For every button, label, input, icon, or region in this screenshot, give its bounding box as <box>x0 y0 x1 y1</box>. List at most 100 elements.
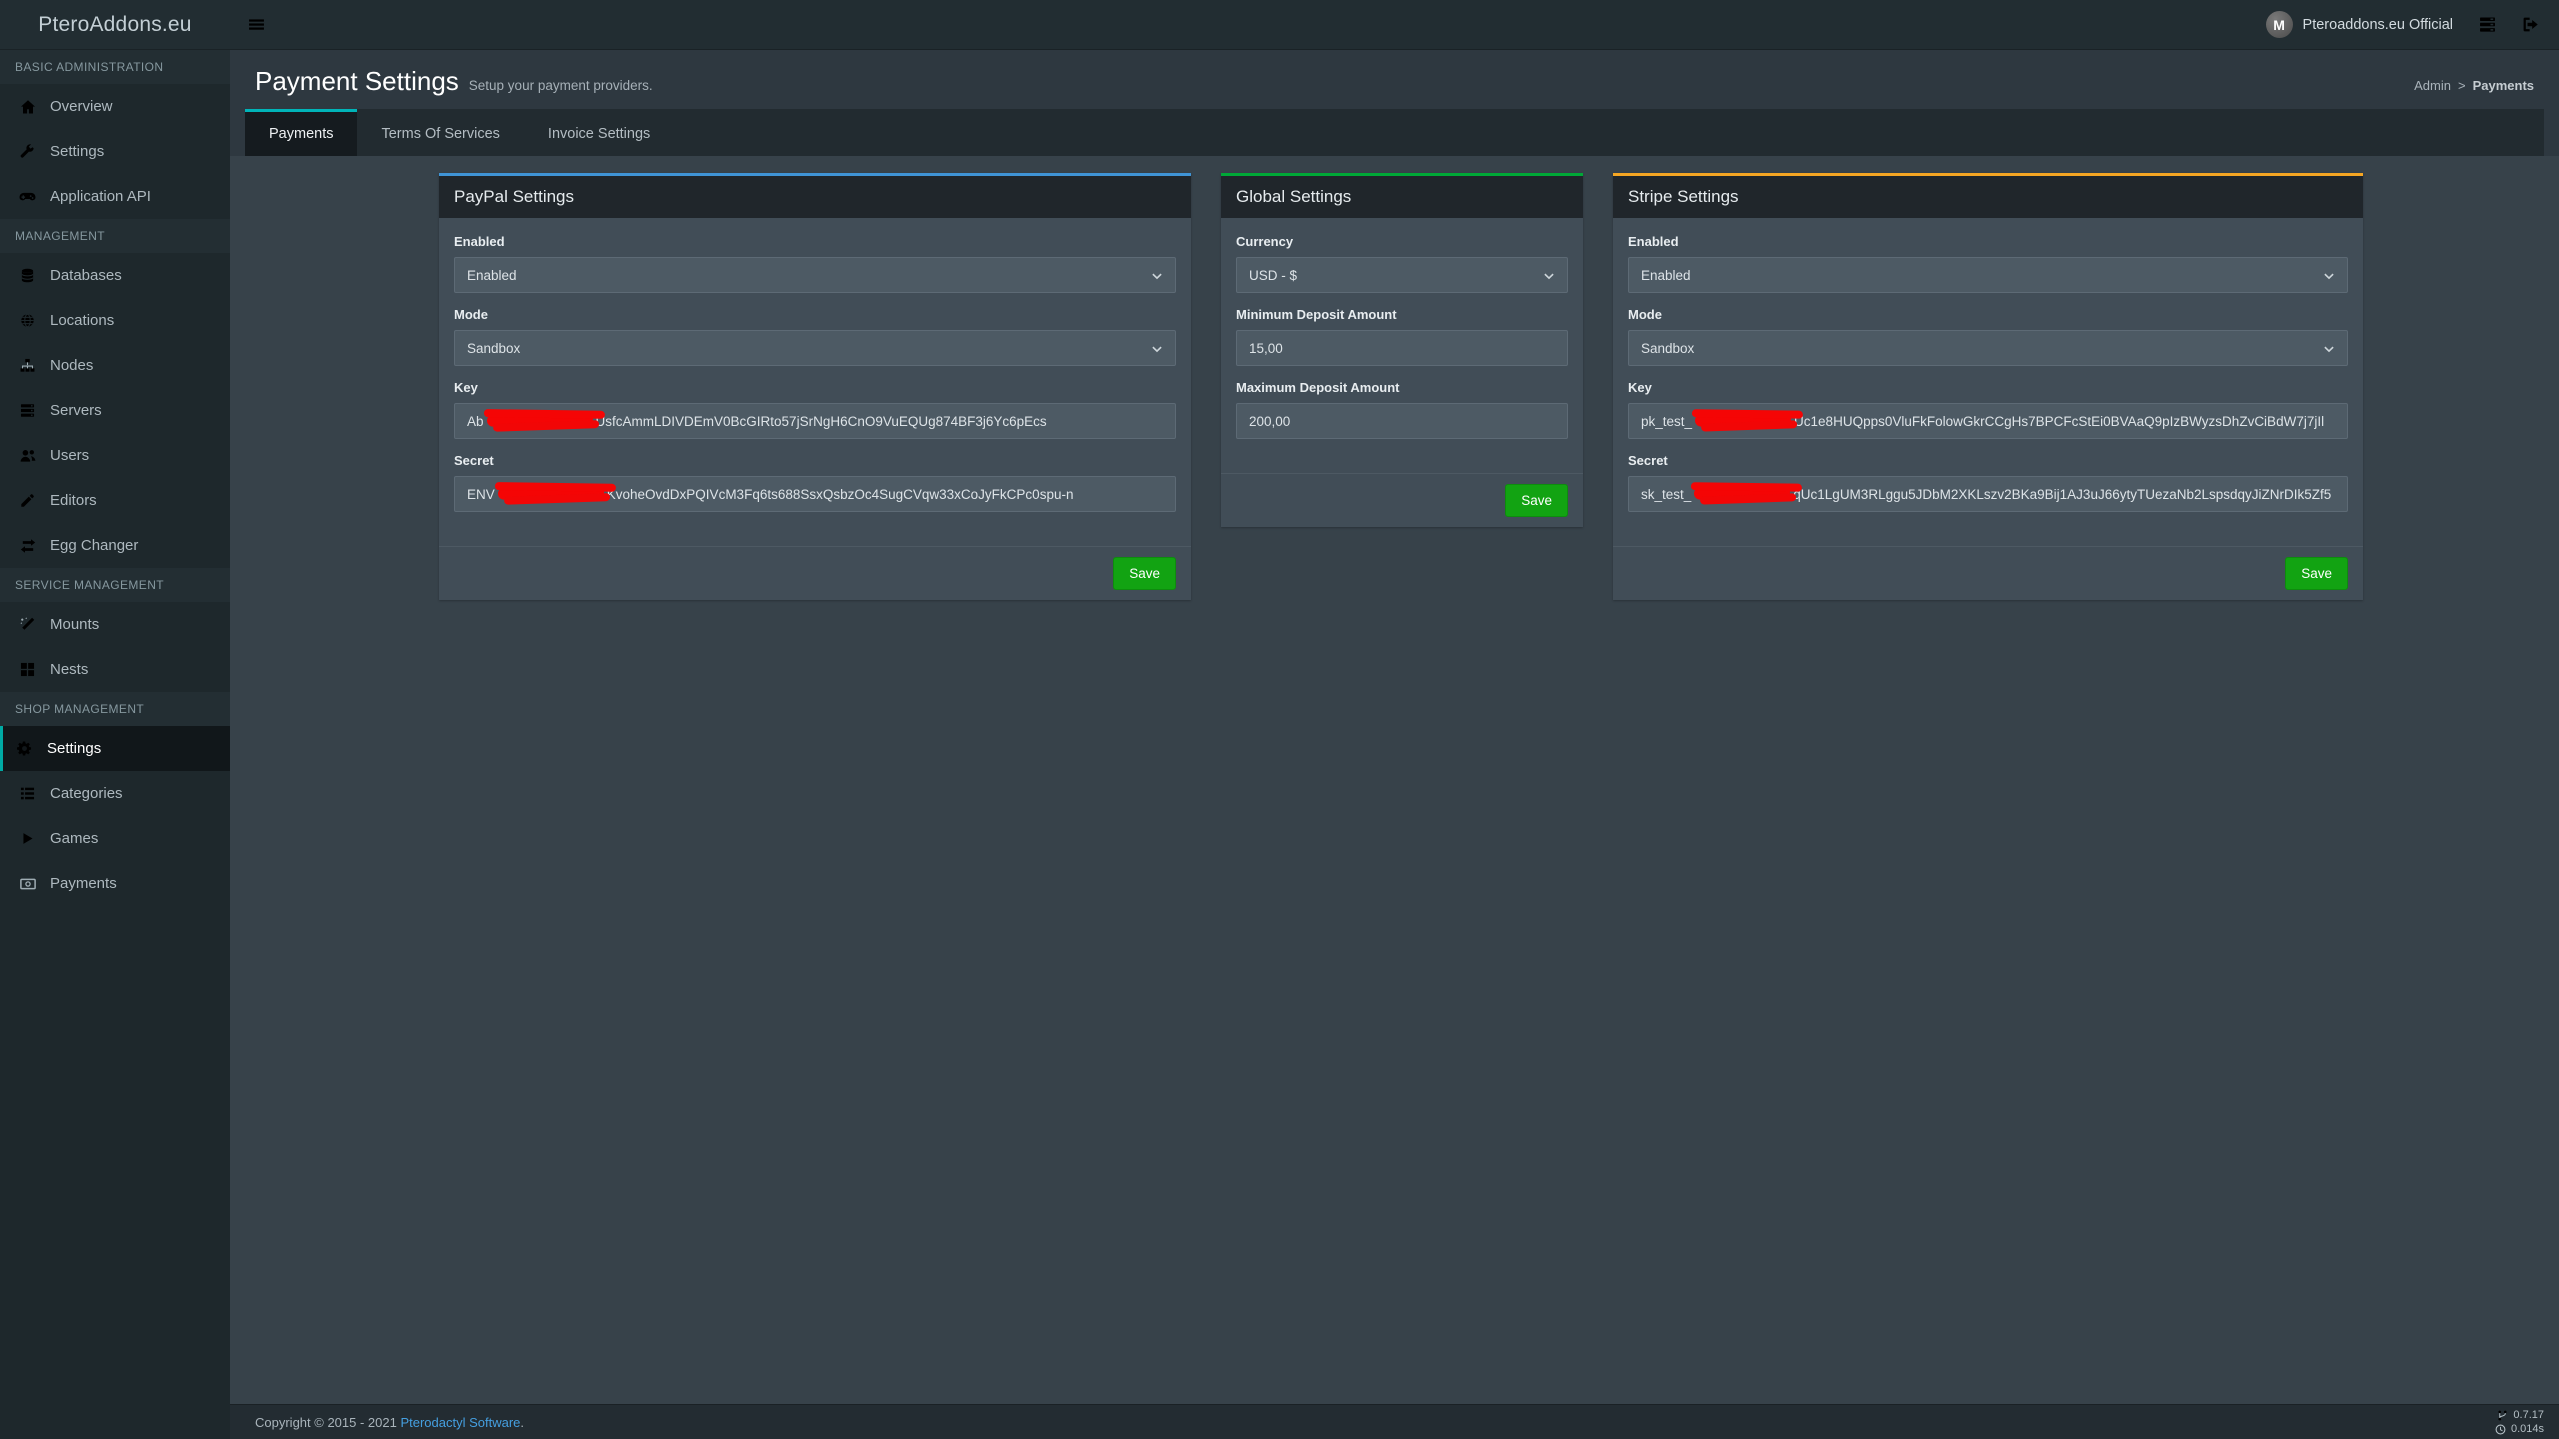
sign-out-icon <box>2522 16 2539 34</box>
sidebar-item-locations[interactable]: Locations <box>0 298 230 343</box>
paypal-mode-label: Mode <box>454 307 1176 322</box>
panel-title: Stripe Settings <box>1613 176 2363 218</box>
sitemap-icon <box>18 358 37 373</box>
key-text: UsfcAmmLDIVDEmV0BcGIRto57jSrNgH6CnO9VuEQ… <box>596 414 1047 429</box>
sidebar-item-databases[interactable]: Databases <box>0 253 230 298</box>
panel-title: PayPal Settings <box>439 176 1191 218</box>
stripe-save-button[interactable]: Save <box>2285 557 2348 590</box>
pencil-icon <box>18 493 37 508</box>
server-list-icon <box>2479 16 2496 34</box>
settings-tab-bar: Payments Terms Of Services Invoice Setti… <box>245 109 2544 156</box>
breadcrumb-current: Payments <box>2473 78 2534 93</box>
code-fork-icon <box>2497 1408 2508 1422</box>
hamburger-icon <box>248 16 265 34</box>
tab-invoice-settings[interactable]: Invoice Settings <box>524 109 674 156</box>
logout-button[interactable] <box>2522 16 2539 34</box>
sidebar-item-payments[interactable]: Payments <box>0 861 230 906</box>
sidebar-item-label: Settings <box>50 143 104 160</box>
key-text: Ab <box>467 414 484 429</box>
sidebar-item-nests[interactable]: Nests <box>0 647 230 692</box>
paypal-secret-input[interactable]: ENVKvoheOvdDxPQIVcM3Fq6ts688SsxQsbzOc4Su… <box>454 476 1176 512</box>
tab-terms-of-services[interactable]: Terms Of Services <box>357 109 523 156</box>
sidebar-section-service-management: SERVICE MANAGEMENT <box>0 568 230 602</box>
stripe-enabled-select[interactable]: Enabled <box>1628 257 2348 293</box>
page-subtitle: Setup your payment providers. <box>469 78 653 93</box>
globe-icon <box>18 313 37 328</box>
redaction-scribble <box>1694 486 1790 499</box>
sidebar-item-label: Games <box>50 830 98 847</box>
sidebar-item-settings[interactable]: Settings <box>0 129 230 174</box>
sidebar-item-label: Mounts <box>50 616 99 633</box>
chevron-down-icon <box>1543 268 1555 283</box>
server-list-button[interactable] <box>2479 16 2496 34</box>
paypal-save-button[interactable]: Save <box>1113 557 1176 590</box>
sidebar-item-application-api[interactable]: Application API <box>0 174 230 219</box>
maximum-deposit-input[interactable] <box>1236 403 1568 439</box>
server-icon <box>18 403 37 418</box>
select-value: Sandbox <box>1641 341 1694 356</box>
global-save-button[interactable]: Save <box>1505 484 1568 517</box>
paypal-enabled-select[interactable]: Enabled <box>454 257 1176 293</box>
user-menu[interactable]: M Pteroaddons.eu Official <box>2266 11 2453 38</box>
database-icon <box>18 268 37 283</box>
sidebar: BASIC ADMINISTRATION Overview Settings A… <box>0 50 230 1439</box>
sidebar-item-egg-changer[interactable]: Egg Changer <box>0 523 230 568</box>
sidebar-item-overview[interactable]: Overview <box>0 84 230 129</box>
sidebar-item-label: Settings <box>47 740 101 757</box>
sidebar-item-mounts[interactable]: Mounts <box>0 602 230 647</box>
sidebar-item-shop-settings[interactable]: Settings <box>0 726 230 771</box>
page-title: Payment Settings <box>255 66 459 97</box>
global-settings-panel: Global Settings Currency USD - $ Minimum… <box>1221 173 1583 527</box>
chevron-down-icon <box>2323 268 2335 283</box>
stripe-key-input[interactable]: pk_test_Uc1e8HUQpps0VluFkFolowGkrCCgHs7B… <box>1628 403 2348 439</box>
stripe-mode-label: Mode <box>1628 307 2348 322</box>
currency-select[interactable]: USD - $ <box>1236 257 1568 293</box>
wrench-icon <box>18 144 37 159</box>
pterodactyl-link[interactable]: Pterodactyl Software <box>400 1415 520 1430</box>
paypal-key-input[interactable]: Ab UsfcAmmLDIVDEmV0BcGIRto57jSrNgH6CnO9Vu… <box>454 403 1176 439</box>
sidebar-item-label: Nests <box>50 661 88 678</box>
stripe-secret-input[interactable]: sk_test_ qUc1LgUM3RLggu5JDbM2XKLszv2BKa9B… <box>1628 476 2348 512</box>
stripe-enabled-label: Enabled <box>1628 234 2348 249</box>
money-icon <box>18 876 37 892</box>
gear-icon <box>15 741 34 756</box>
stripe-mode-select[interactable]: Sandbox <box>1628 330 2348 366</box>
breadcrumb-admin-link[interactable]: Admin <box>2414 78 2451 93</box>
chevron-down-icon <box>1151 341 1163 356</box>
user-name: Pteroaddons.eu Official <box>2303 17 2453 33</box>
sidebar-section-management: MANAGEMENT <box>0 219 230 253</box>
panel-title: Global Settings <box>1221 176 1583 218</box>
secret-text: sk_test_ <box>1641 487 1691 502</box>
sidebar-item-servers[interactable]: Servers <box>0 388 230 433</box>
sidebar-item-label: Payments <box>50 875 117 892</box>
minimum-deposit-input[interactable] <box>1236 330 1568 366</box>
clock-icon <box>2495 1422 2506 1436</box>
paypal-secret-label: Secret <box>454 453 1176 468</box>
sidebar-item-games[interactable]: Games <box>0 816 230 861</box>
brand-logo[interactable]: PteroAddons.eu <box>0 0 230 49</box>
redaction-scribble <box>498 486 604 499</box>
grid-icon <box>18 662 37 677</box>
redaction-scribble <box>486 413 592 426</box>
sidebar-item-editors[interactable]: Editors <box>0 478 230 523</box>
sidebar-item-nodes[interactable]: Nodes <box>0 343 230 388</box>
page-load-time: 0.014s <box>2511 1422 2544 1436</box>
select-value: Enabled <box>467 268 517 283</box>
users-icon <box>18 448 37 464</box>
sidebar-toggle-button[interactable] <box>230 0 282 49</box>
secret-text: qUc1LgUM3RLggu5JDbM2XKLszv2BKa9Bij1AJ3uJ… <box>1793 487 2331 502</box>
list-icon <box>18 786 37 801</box>
panel-version: 0.7.17 <box>2513 1408 2544 1422</box>
currency-label: Currency <box>1236 234 1568 249</box>
copyright-text: Copyright © 2015 - 2021 Pterodactyl Soft… <box>255 1415 524 1430</box>
sidebar-item-label: Overview <box>50 98 113 115</box>
paypal-mode-select[interactable]: Sandbox <box>454 330 1176 366</box>
gamepad-icon <box>18 188 37 205</box>
key-text: Uc1e8HUQpps0VluFkFolowGkrCCgHs7BPCFcStEi… <box>1794 414 2324 429</box>
sidebar-item-label: Application API <box>50 188 151 205</box>
sidebar-item-categories[interactable]: Categories <box>0 771 230 816</box>
sidebar-item-users[interactable]: Users <box>0 433 230 478</box>
paypal-enabled-label: Enabled <box>454 234 1176 249</box>
sidebar-section-shop-management: SHOP MANAGEMENT <box>0 692 230 726</box>
tab-payments[interactable]: Payments <box>245 109 357 156</box>
